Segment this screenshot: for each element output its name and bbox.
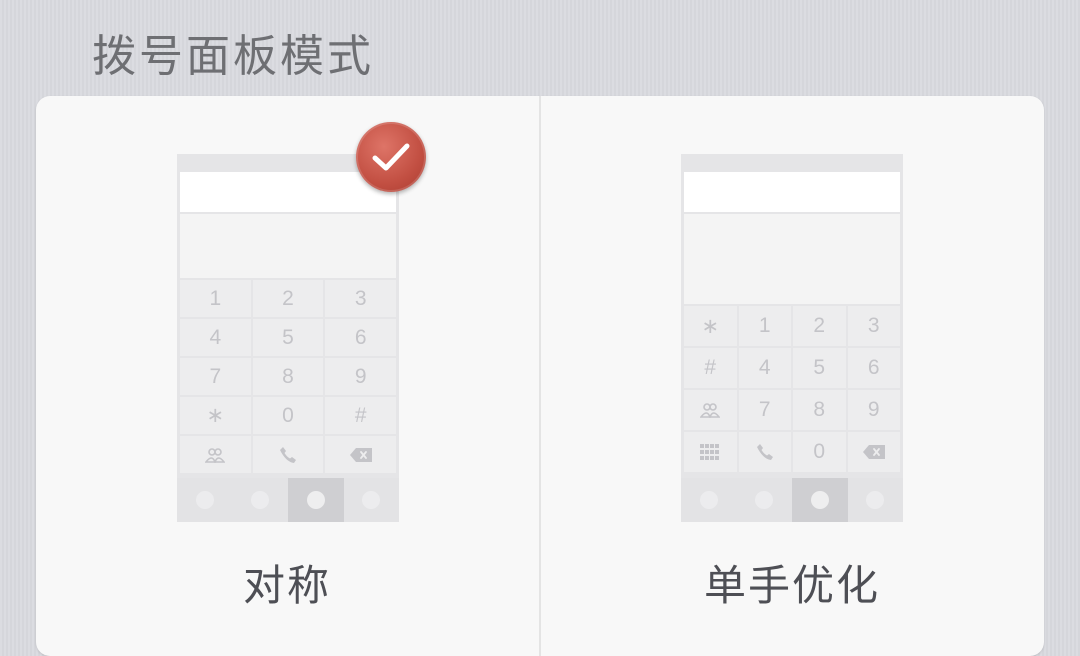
key-6: 6 xyxy=(325,319,396,356)
symmetric-keypad: 1 2 3 4 5 6 7 8 9 ∗ 0 # xyxy=(180,280,396,473)
preview-nav-tab xyxy=(792,478,848,522)
key-0: 0 xyxy=(252,397,324,434)
preview-nav-tab xyxy=(681,478,737,522)
preview-nav-tab xyxy=(344,478,400,522)
option-label-symmetric: 对称 xyxy=(242,561,331,610)
phone-call-icon xyxy=(738,432,791,472)
key-6: 6 xyxy=(847,348,900,388)
dialpad-mode-card: 1 2 3 4 5 6 7 8 9 ∗ 0 # 对称 ∗ 1 2 3 #4 5 6 7 8 9 0 单手优化 xyxy=(36,96,1044,656)
key-hash: # xyxy=(325,397,396,434)
key-1: 1 xyxy=(738,306,791,346)
one-handed-preview: ∗ 1 2 3 #4 5 6 7 8 9 0 xyxy=(681,154,903,522)
key-hash: # xyxy=(684,348,737,388)
dot-2-icon xyxy=(755,491,774,509)
contacts-icon xyxy=(180,436,251,473)
key-4: 4 xyxy=(180,319,251,356)
key-5: 5 xyxy=(252,319,324,356)
selected-check-icon xyxy=(356,122,426,192)
preview-nav-tab xyxy=(288,478,344,522)
dot-4-icon xyxy=(866,491,885,509)
key-2: 2 xyxy=(252,280,324,317)
backspace-icon xyxy=(847,432,900,472)
key-9: 9 xyxy=(325,358,396,395)
grid-icon xyxy=(684,432,737,472)
preview-nav-tab xyxy=(177,478,233,522)
preview-nav-tab xyxy=(848,478,904,522)
key-9: 9 xyxy=(847,390,900,430)
section-title: 拨号面板模式 xyxy=(92,31,374,82)
symmetric-preview: 1 2 3 4 5 6 7 8 9 ∗ 0 # xyxy=(177,154,399,522)
preview-nav-bar xyxy=(681,478,903,522)
option-symmetric[interactable]: 1 2 3 4 5 6 7 8 9 ∗ 0 # 对称 xyxy=(36,96,538,656)
dot-4-icon xyxy=(362,491,381,509)
preview-display-area xyxy=(684,214,900,304)
dot-1-icon xyxy=(699,491,718,509)
preview-status-bar xyxy=(681,154,903,170)
key-0: 0 xyxy=(793,432,846,472)
preview-number-field xyxy=(684,172,900,212)
preview-display-area xyxy=(180,214,396,278)
preview-nav-bar xyxy=(177,478,399,522)
key-8: 8 xyxy=(252,358,324,395)
one-handed-keypad: ∗ 1 2 3 #4 5 6 7 8 9 0 xyxy=(684,306,900,472)
dot-1-icon xyxy=(195,491,214,509)
key-3: 3 xyxy=(325,280,396,317)
option-one-handed[interactable]: ∗ 1 2 3 #4 5 6 7 8 9 0 单手优化 xyxy=(541,96,1043,656)
key-2: 2 xyxy=(793,306,846,346)
option-label-one-handed: 单手优化 xyxy=(703,561,880,610)
key-star: ∗ xyxy=(180,397,251,434)
key-3: 3 xyxy=(847,306,900,346)
contacts-icon xyxy=(684,390,737,430)
key-4: 4 xyxy=(738,348,791,388)
backspace-icon xyxy=(325,436,396,473)
key-7: 7 xyxy=(180,358,251,395)
key-1: 1 xyxy=(180,280,251,317)
key-8: 8 xyxy=(793,390,846,430)
dot-3-icon xyxy=(810,491,829,509)
key-5: 5 xyxy=(793,348,846,388)
key-star: ∗ xyxy=(684,306,737,346)
preview-nav-tab xyxy=(737,478,793,522)
phone-call-icon xyxy=(252,436,324,473)
preview-nav-tab xyxy=(233,478,289,522)
dot-2-icon xyxy=(251,491,270,509)
key-7: 7 xyxy=(738,390,791,430)
dot-3-icon xyxy=(306,491,325,509)
